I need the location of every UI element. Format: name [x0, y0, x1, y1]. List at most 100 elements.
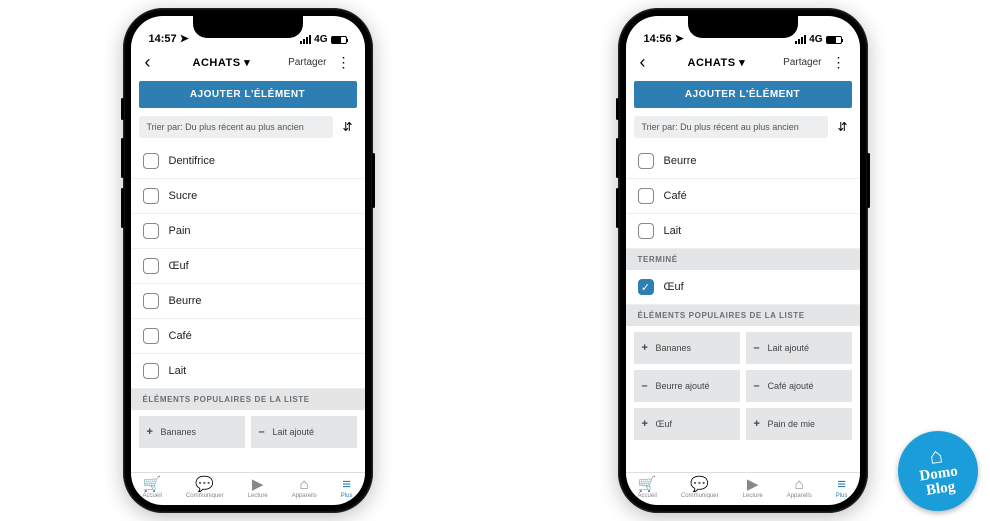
popular-item[interactable]: –Beurre ajouté	[634, 370, 740, 402]
back-button[interactable]: ‹	[141, 52, 155, 73]
sort-chip[interactable]: Trier par: Du plus récent au plus ancien	[634, 116, 828, 138]
plus-icon: +	[642, 342, 650, 354]
checkbox[interactable]	[143, 223, 159, 239]
checkbox[interactable]	[143, 363, 159, 379]
list-content: Beurre Café Lait TERMINÉ ✓ Œuf ÉLÉMENTS P…	[626, 144, 860, 472]
plus-icon: +	[147, 426, 155, 438]
list-item-done[interactable]: ✓ Œuf	[626, 270, 860, 305]
clock: 14:57	[149, 33, 177, 45]
item-label: Beurre	[169, 295, 202, 307]
minus-icon: –	[754, 380, 762, 392]
tab-bar: 🛒Accueil 💬Communiquer ▶Lecture ⌂Appareil…	[131, 472, 365, 506]
home-icon: 🛒	[638, 477, 657, 494]
watermark-logo: ⌂ Domo Blog	[898, 431, 978, 511]
list-content: Dentifrice Sucre Pain Œuf Beurre Café La…	[131, 144, 365, 472]
checkbox[interactable]	[143, 188, 159, 204]
sort-chip[interactable]: Trier par: Du plus récent au plus ancien	[139, 116, 333, 138]
devices-icon: ⌂	[787, 477, 812, 494]
popular-item[interactable]: –Café ajouté	[746, 370, 852, 402]
popular-label: Lait ajouté	[273, 427, 315, 437]
checkbox[interactable]	[638, 153, 654, 169]
tab-devices[interactable]: ⌂Appareils	[292, 477, 317, 500]
page-title[interactable]: ACHATS	[193, 57, 241, 69]
tab-more[interactable]: ≡Plus	[341, 477, 353, 500]
plus-icon: +	[642, 418, 650, 430]
popular-label: Beurre ajouté	[656, 381, 710, 391]
back-button[interactable]: ‹	[636, 52, 650, 73]
minus-icon: –	[642, 380, 650, 392]
list-item[interactable]: Beurre	[626, 144, 860, 179]
popular-item[interactable]: –Lait ajouté	[746, 332, 852, 364]
popular-item[interactable]: –Lait ajouté	[251, 416, 357, 448]
list-item[interactable]: Pain	[131, 214, 365, 249]
checkbox[interactable]	[638, 188, 654, 204]
page-title[interactable]: ACHATS	[688, 57, 736, 69]
home-icon: 🛒	[143, 477, 162, 494]
list-item[interactable]: Café	[131, 319, 365, 354]
sort-icon[interactable]: ⇵	[339, 120, 357, 134]
play-icon: ▶	[248, 477, 268, 494]
item-label: Café	[169, 330, 192, 342]
popular-label: Café ajouté	[768, 381, 814, 391]
share-button[interactable]: Partager	[288, 57, 326, 68]
sort-icon[interactable]: ⇵	[834, 120, 852, 134]
popular-item[interactable]: +Œuf	[634, 408, 740, 440]
share-button[interactable]: Partager	[783, 57, 821, 68]
popular-label: Bananes	[161, 427, 197, 437]
list-item[interactable]: Café	[626, 179, 860, 214]
network-label: 4G	[314, 34, 327, 45]
list-item[interactable]: Dentifrice	[131, 144, 365, 179]
checkbox[interactable]	[143, 328, 159, 344]
network-label: 4G	[809, 34, 822, 45]
popular-section-header: ÉLÉMENTS POPULAIRES DE LA LISTE	[626, 305, 860, 326]
add-item-button[interactable]: AJOUTER L'ÉLÉMENT	[634, 81, 852, 108]
checkbox-checked[interactable]: ✓	[638, 279, 654, 295]
checkbox[interactable]	[143, 293, 159, 309]
checkbox[interactable]	[143, 153, 159, 169]
popular-item[interactable]: + Bananes	[139, 416, 245, 448]
checkbox[interactable]	[638, 223, 654, 239]
location-icon: ➤	[180, 32, 189, 45]
nav-header: ‹ ACHATS ▾ Partager ⋮	[626, 46, 860, 81]
popular-section-header: ÉLÉMENTS POPULAIRES DE LA LISTE	[131, 389, 365, 410]
minus-icon: –	[259, 426, 267, 438]
signal-icon	[795, 35, 806, 44]
popular-item[interactable]: + Pain de mie	[746, 408, 852, 440]
minus-icon: –	[754, 342, 762, 354]
tab-more[interactable]: ≡Plus	[836, 477, 848, 500]
list-item[interactable]: Beurre	[131, 284, 365, 319]
tab-communicate[interactable]: 💬Communiquer	[186, 477, 224, 500]
popular-label: Pain de mie	[768, 419, 816, 429]
list-item[interactable]: Œuf	[131, 249, 365, 284]
more-menu-button[interactable]: ⋮	[828, 54, 850, 71]
chevron-down-icon: ▾	[244, 57, 250, 69]
chevron-down-icon: ▾	[739, 57, 745, 69]
done-section-header: TERMINÉ	[626, 249, 860, 270]
tab-devices[interactable]: ⌂Appareils	[787, 477, 812, 500]
menu-icon: ≡	[836, 477, 848, 494]
phone-device-1: 14:57 ➤ 4G ‹ ACHATS ▾ Partager ⋮ AJOUTER…	[123, 8, 373, 513]
list-item[interactable]: Lait	[131, 354, 365, 389]
item-label: Œuf	[664, 281, 684, 293]
popular-item[interactable]: +Bananes	[634, 332, 740, 364]
tab-home[interactable]: 🛒Accueil	[143, 477, 162, 500]
popular-label: Lait ajouté	[768, 343, 810, 353]
item-label: Café	[664, 190, 687, 202]
list-item[interactable]: Lait	[626, 214, 860, 249]
add-item-button[interactable]: AJOUTER L'ÉLÉMENT	[139, 81, 357, 108]
nav-header: ‹ ACHATS ▾ Partager ⋮	[131, 46, 365, 81]
tab-communicate[interactable]: 💬Communiquer	[681, 477, 719, 500]
tab-play[interactable]: ▶Lecture	[743, 477, 763, 500]
menu-icon: ≡	[341, 477, 353, 494]
checkbox[interactable]	[143, 258, 159, 274]
tab-home[interactable]: 🛒Accueil	[638, 477, 657, 500]
more-menu-button[interactable]: ⋮	[333, 54, 355, 71]
tab-play[interactable]: ▶Lecture	[248, 477, 268, 500]
battery-icon	[331, 36, 347, 44]
phone-device-2: 14:56 ➤ 4G ‹ ACHATS ▾ Partager ⋮ AJOUTER…	[618, 8, 868, 513]
notch	[688, 16, 798, 38]
list-item[interactable]: Sucre	[131, 179, 365, 214]
notch	[193, 16, 303, 38]
item-label: Lait	[169, 365, 187, 377]
plus-icon: +	[754, 418, 762, 430]
